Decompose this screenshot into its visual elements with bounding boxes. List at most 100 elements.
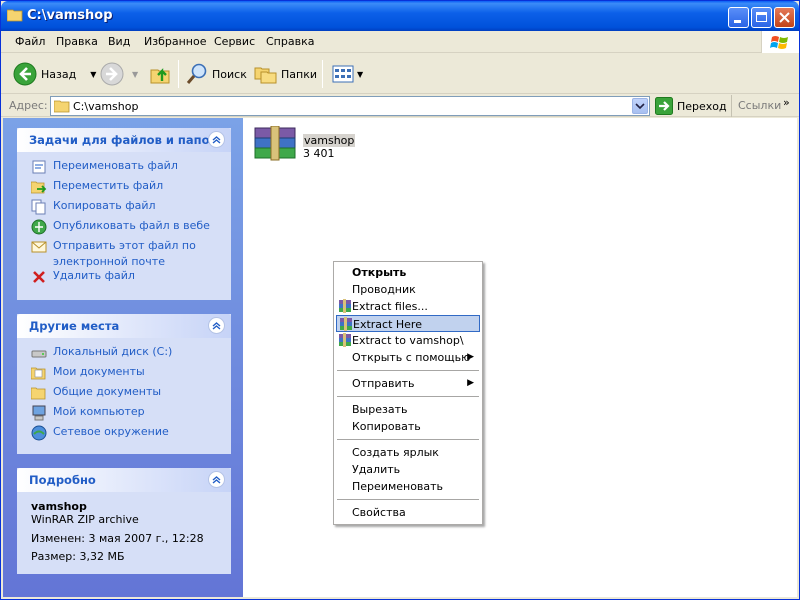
address-value: C:\vamshop <box>73 100 139 113</box>
views-button[interactable]: ▼ <box>331 60 363 88</box>
menu-help[interactable]: Справка <box>266 35 314 48</box>
task-delete-file[interactable]: Удалить файл <box>17 268 231 288</box>
task-label: Копировать файл <box>53 199 156 212</box>
collapse-button[interactable] <box>208 471 225 488</box>
task-rename-file[interactable]: Переименовать файл <box>17 158 231 178</box>
folders-label: Папки <box>281 67 317 81</box>
other-places-header[interactable]: Другие места <box>17 314 231 338</box>
forward-dropdown-icon[interactable]: ▼ <box>132 70 138 79</box>
cm-delete[interactable]: Удалить <box>336 461 480 478</box>
back-dropdown-icon[interactable]: ▼ <box>90 70 96 79</box>
views-dropdown-icon[interactable]: ▼ <box>357 70 363 79</box>
title-bar[interactable]: C:\vamshop <box>1 1 799 31</box>
other-places-title: Другие места <box>29 319 120 333</box>
menu-bar: Файл Правка Вид Избранное Сервис Справка <box>1 31 799 53</box>
chevron-down-icon <box>635 103 645 110</box>
details-header[interactable]: Подробно <box>17 468 231 492</box>
cm-label: Отправить <box>352 377 415 390</box>
winrar-icon <box>339 299 351 313</box>
file-tasks-title: Задачи для файлов и папок <box>29 133 218 147</box>
search-button[interactable]: Поиск <box>185 60 247 88</box>
file-tasks-header[interactable]: Задачи для файлов и папок <box>17 128 231 152</box>
chevron-up-icon <box>212 476 221 484</box>
cm-open[interactable]: Открыть <box>336 264 480 281</box>
windows-flag-icon <box>770 36 788 49</box>
links-chevron-icon[interactable]: » <box>783 96 790 109</box>
go-label: Переход <box>677 99 727 113</box>
folders-button[interactable]: Папки <box>254 60 317 88</box>
cm-label: Extract Here <box>353 318 422 331</box>
go-button[interactable]: Переход <box>655 97 727 115</box>
task-move-file[interactable]: Переместить файл <box>17 178 231 198</box>
folder-icon <box>7 9 23 22</box>
collapse-button[interactable] <box>208 131 225 148</box>
file-tasks-panel: Задачи для файлов и папок Переименовать … <box>17 128 231 300</box>
address-input[interactable]: C:\vamshop <box>50 96 650 116</box>
task-copy-file[interactable]: Копировать файл <box>17 198 231 218</box>
views-icon <box>332 65 354 83</box>
back-arrow-icon <box>13 62 37 86</box>
cm-send-to[interactable]: Отправить ▶ <box>336 375 480 392</box>
task-label: Отправить этот файл по электронной почте <box>53 239 196 268</box>
place-network[interactable]: Сетевое окружение <box>17 424 231 444</box>
menu-view[interactable]: Вид <box>108 35 130 48</box>
file-size: 3 401 <box>303 147 335 160</box>
task-pane: Задачи для файлов и папок Переименовать … <box>3 118 243 597</box>
cm-cut[interactable]: Вырезать <box>336 401 480 418</box>
explorer-window: C:\vamshop Файл Правка Вид Избранное Сер… <box>0 0 800 600</box>
cm-separator <box>337 499 479 500</box>
cm-properties[interactable]: Свойства <box>336 504 480 521</box>
menu-tools[interactable]: Сервис <box>214 35 255 48</box>
place-my-computer[interactable]: Мой компьютер <box>17 404 231 424</box>
place-my-documents[interactable]: Мои документы <box>17 364 231 384</box>
details-filename: vamshop <box>31 500 87 513</box>
cm-extract-here[interactable]: Extract Here <box>336 315 480 332</box>
winrar-icon <box>339 333 351 347</box>
network-icon <box>31 425 47 441</box>
cm-open-with[interactable]: Открыть с помощью ▶ <box>336 349 480 366</box>
cm-copy[interactable]: Копировать <box>336 418 480 435</box>
cm-create-shortcut[interactable]: Создать ярлык <box>336 444 480 461</box>
cm-extract-to[interactable]: Extract to vamshop\ <box>336 332 480 349</box>
chevron-up-icon <box>212 136 221 144</box>
submenu-arrow-icon: ▶ <box>467 352 474 362</box>
details-panel: Подробно vamshop WinRAR ZIP archive Изме… <box>17 468 231 574</box>
minimize-icon <box>734 20 741 23</box>
menu-file[interactable]: Файл <box>15 35 45 48</box>
cm-label: Свойства <box>352 506 406 519</box>
close-icon <box>779 12 790 23</box>
menu-edit[interactable]: Правка <box>56 35 98 48</box>
place-local-disk[interactable]: Локальный диск (C:) <box>17 344 231 364</box>
maximize-button[interactable] <box>751 7 772 28</box>
cm-label: Создать ярлык <box>352 446 439 459</box>
task-label: Опубликовать файл в вебе <box>53 219 210 232</box>
close-button[interactable] <box>774 7 795 28</box>
place-shared-documents[interactable]: Общие документы <box>17 384 231 404</box>
task-publish-file[interactable]: Опубликовать файл в вебе <box>17 218 231 238</box>
file-item[interactable]: vamshop 3 401 <box>253 126 363 162</box>
forward-arrow-icon <box>100 62 124 86</box>
collapse-button[interactable] <box>208 317 225 334</box>
cm-extract-files[interactable]: Extract files... <box>336 298 480 315</box>
cm-rename[interactable]: Переименовать <box>336 478 480 495</box>
windows-logo <box>761 31 799 53</box>
cm-separator <box>337 439 479 440</box>
back-label: Назад <box>41 67 77 81</box>
up-folder-icon <box>150 68 170 84</box>
task-email-file[interactable]: Отправить этот файл по электронной почте <box>17 238 231 268</box>
rename-icon <box>32 160 46 174</box>
back-button[interactable]: Назад ▼ <box>13 60 96 88</box>
email-icon <box>31 241 47 253</box>
up-folder-button[interactable] <box>149 60 173 88</box>
links-label[interactable]: Ссылки <box>731 95 781 117</box>
place-label: Локальный диск (C:) <box>53 345 173 358</box>
address-label: Адрес: <box>9 99 48 112</box>
cm-explore[interactable]: Проводник <box>336 281 480 298</box>
chevron-up-icon <box>212 322 221 330</box>
search-icon <box>186 63 207 84</box>
address-dropdown-button[interactable] <box>632 98 648 114</box>
minimize-button[interactable] <box>728 7 749 28</box>
menu-favorites[interactable]: Избранное <box>144 35 206 48</box>
forward-button[interactable]: ▼ <box>100 60 138 88</box>
place-label: Общие документы <box>53 385 162 398</box>
